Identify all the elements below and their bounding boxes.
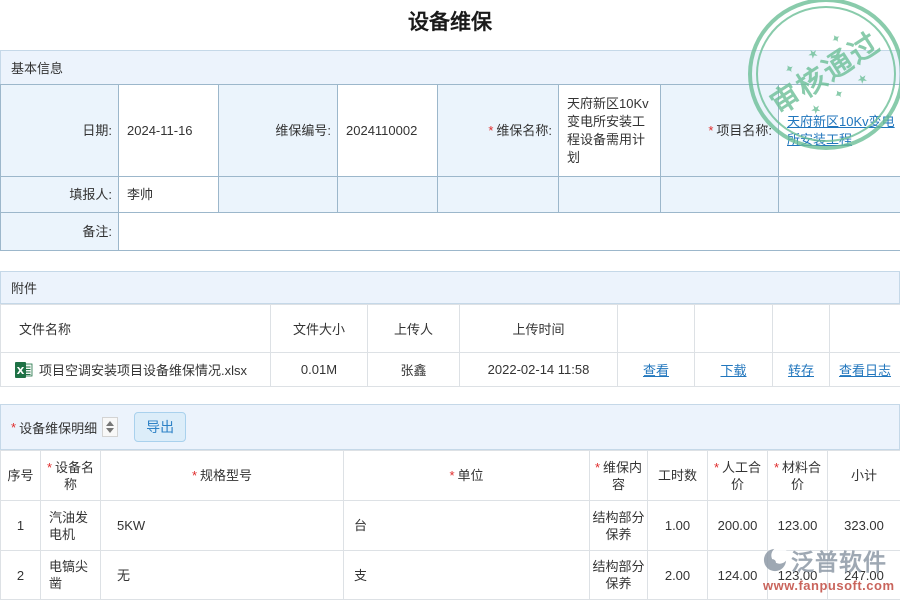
uploader: 张鑫 — [368, 353, 460, 387]
reporter-value: 李帅 — [119, 177, 219, 213]
svg-text:X: X — [17, 366, 25, 377]
project-name-label: *项目名称: — [661, 85, 779, 177]
action-transfer-cell: 转存 — [773, 353, 830, 387]
col-empty — [830, 305, 900, 353]
required-marker: * — [488, 123, 493, 138]
download-link[interactable]: 下载 — [720, 363, 746, 378]
cell-unit: 台 — [344, 501, 590, 551]
cell-unit: 支 — [344, 551, 590, 600]
section-title: 附件 — [11, 278, 37, 297]
col-content: *维保内容 — [590, 451, 648, 501]
action-viewlog-cell: 查看日志 — [830, 353, 900, 387]
cell-index: 2 — [1, 551, 41, 600]
cell-subtotal: 323.00 — [828, 501, 900, 551]
col-unit: *单位 — [344, 451, 590, 501]
cell-material: 123.00 — [768, 501, 828, 551]
maintenance-name-label: *维保名称: — [438, 85, 559, 177]
empty-cell — [338, 177, 438, 213]
detail-header-row: 序号 *设备名称 *规格型号 *单位 *维保内容 工时数 *人工合价 *材料合价… — [1, 451, 900, 501]
col-index: 序号 — [1, 451, 41, 501]
col-model: *规格型号 — [101, 451, 344, 501]
col-upload-time: 上传时间 — [460, 305, 618, 353]
col-empty — [695, 305, 773, 353]
upload-time: 2022-02-14 11:58 — [460, 353, 618, 387]
sort-icon[interactable] — [102, 417, 118, 437]
col-uploader: 上传人 — [368, 305, 460, 353]
attachments-header-row: 文件名称 文件大小 上传人 上传时间 — [1, 305, 900, 353]
code-value: 2024110002 — [338, 85, 438, 177]
page-title: 设备维保 — [0, 6, 900, 36]
date-value: 2024-11-16 — [119, 85, 219, 177]
basic-row-1: 日期: 2024-11-16 维保编号: 2024110002 *维保名称: 天… — [1, 85, 900, 177]
empty-cell — [661, 177, 779, 213]
detail-row: 1 汽油发电机 5KW 台 结构部分保养 1.00 200.00 123.00 … — [1, 501, 900, 551]
remark-value — [119, 213, 900, 251]
transfer-link[interactable]: 转存 — [788, 363, 814, 378]
col-empty — [618, 305, 695, 353]
required-marker: * — [11, 420, 16, 435]
reporter-label: 填报人: — [1, 177, 119, 213]
section-header-detail: * 设备维保明细 导出 — [0, 404, 900, 450]
col-subtotal: 小计 — [828, 451, 900, 501]
action-view-cell: 查看 — [618, 353, 695, 387]
empty-cell — [559, 177, 661, 213]
cell-device: 汽油发电机 — [41, 501, 101, 551]
empty-cell — [779, 177, 900, 213]
empty-cell — [219, 177, 338, 213]
cell-labor: 200.00 — [708, 501, 768, 551]
date-label: 日期: — [1, 85, 119, 177]
cell-model: 无 — [101, 551, 344, 600]
view-log-link[interactable]: 查看日志 — [839, 363, 891, 378]
cell-model: 5KW — [101, 501, 344, 551]
col-file-name: 文件名称 — [1, 305, 271, 353]
col-file-size: 文件大小 — [271, 305, 368, 353]
basic-row-3: 备注: — [1, 213, 900, 251]
cell-hours: 1.00 — [648, 501, 708, 551]
cell-labor: 124.00 — [708, 551, 768, 600]
col-material: *材料合价 — [768, 451, 828, 501]
cell-content: 结构部分保养 — [590, 501, 648, 551]
maintenance-name-value: 天府新区10Kv变电所安装工程设备需用计划 — [559, 85, 661, 177]
attachment-row: X 项目空调安装项目设备维保情况.xlsx 0.01M 张鑫 2022-02-1… — [1, 353, 900, 387]
view-link[interactable]: 查看 — [643, 363, 669, 378]
section-title: 基本信息 — [11, 58, 63, 77]
section-title: 设备维保明细 — [19, 418, 97, 437]
cell-material: 123.00 — [768, 551, 828, 600]
cell-index: 1 — [1, 501, 41, 551]
export-button[interactable]: 导出 — [134, 412, 186, 442]
cell-content: 结构部分保养 — [590, 551, 648, 600]
attachments-table: 文件名称 文件大小 上传人 上传时间 X 项目空调安装项目设备维保情况.xlsx… — [0, 304, 900, 387]
cell-subtotal: 247.00 — [828, 551, 900, 600]
section-header-basic-info: 基本信息 — [0, 50, 900, 85]
cell-hours: 2.00 — [648, 551, 708, 600]
file-name-cell: X 项目空调安装项目设备维保情况.xlsx — [1, 353, 271, 387]
project-link[interactable]: 天府新区10Kv变电所安装工程 — [787, 114, 895, 147]
action-download-cell: 下载 — [695, 353, 773, 387]
col-device-name: *设备名称 — [41, 451, 101, 501]
cell-device: 电镐尖凿 — [41, 551, 101, 600]
remark-label: 备注: — [1, 213, 119, 251]
detail-table: 序号 *设备名称 *规格型号 *单位 *维保内容 工时数 *人工合价 *材料合价… — [0, 450, 900, 600]
project-name-value: 天府新区10Kv变电所安装工程 — [779, 85, 900, 177]
col-hours: 工时数 — [648, 451, 708, 501]
code-label: 维保编号: — [219, 85, 338, 177]
col-empty — [773, 305, 830, 353]
section-header-attachments: 附件 — [0, 271, 900, 304]
required-marker: * — [708, 123, 713, 138]
file-size: 0.01M — [271, 353, 368, 387]
excel-file-icon: X — [15, 361, 33, 379]
col-labor: *人工合价 — [708, 451, 768, 501]
file-name: 项目空调安装项目设备维保情况.xlsx — [39, 360, 247, 379]
empty-cell — [438, 177, 559, 213]
basic-info-table: 日期: 2024-11-16 维保编号: 2024110002 *维保名称: 天… — [0, 84, 900, 251]
detail-row: 2 电镐尖凿 无 支 结构部分保养 2.00 124.00 123.00 247… — [1, 551, 900, 600]
basic-row-2: 填报人: 李帅 — [1, 177, 900, 213]
